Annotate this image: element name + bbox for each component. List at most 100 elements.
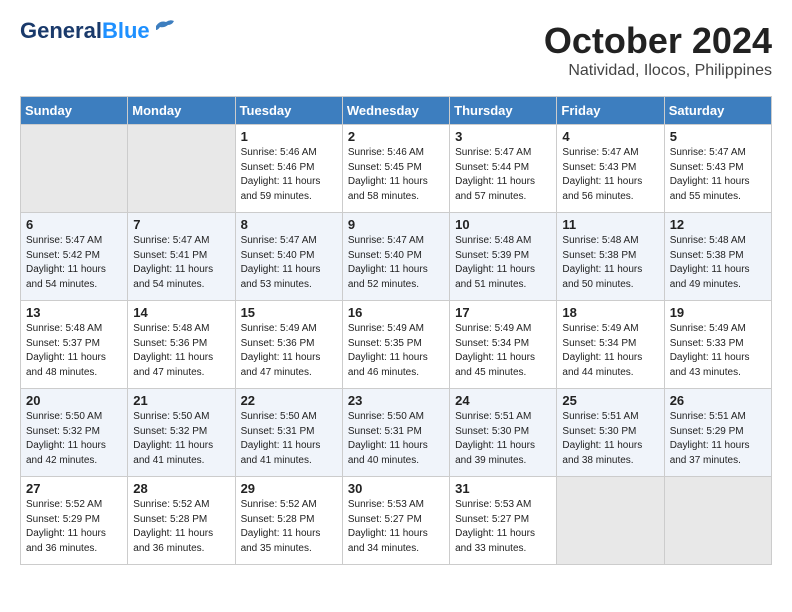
- logo-text: GeneralBlue: [20, 20, 150, 42]
- day-number: 3: [455, 129, 551, 144]
- calendar-cell: 31 Sunrise: 5:53 AM Sunset: 5:27 PM Dayli…: [450, 477, 557, 565]
- day-info: Sunrise: 5:46 AM Sunset: 5:45 PM Dayligh…: [348, 146, 444, 204]
- calendar-cell: 25 Sunrise: 5:51 AM Sunset: 5:30 PM Dayli…: [557, 389, 664, 477]
- day-info: Sunrise: 5:49 AM Sunset: 5:36 PM Dayligh…: [241, 322, 337, 380]
- calendar-cell: 15 Sunrise: 5:49 AM Sunset: 5:36 PM Dayli…: [235, 301, 342, 389]
- calendar-cell: 24Sunrise: 5:51 AM Sunset: 5:30 PM Dayli…: [450, 389, 557, 477]
- day-info: Sunrise: 5:47 AM Sunset: 5:43 PM Dayligh…: [562, 146, 658, 204]
- weekday-header-sunday: Sunday: [21, 97, 128, 125]
- day-info: Sunrise: 5:52 AM Sunset: 5:29 PM Dayligh…: [26, 498, 122, 556]
- calendar-week-row: 20 Sunrise: 5:50 AM Sunset: 5:32 PM Dayli…: [21, 389, 772, 477]
- day-info: Sunrise: 5:49 AM Sunset: 5:34 PM Dayligh…: [562, 322, 658, 380]
- day-number: 13: [26, 305, 122, 320]
- calendar-week-row: 13 Sunrise: 5:48 AM Sunset: 5:37 PM Dayli…: [21, 301, 772, 389]
- calendar-cell: 13 Sunrise: 5:48 AM Sunset: 5:37 PM Dayli…: [21, 301, 128, 389]
- title-block: October 2024 Natividad, Ilocos, Philippi…: [544, 20, 772, 80]
- day-number: 26: [670, 393, 766, 408]
- calendar-cell: 12Sunrise: 5:48 AM Sunset: 5:38 PM Dayli…: [664, 213, 771, 301]
- day-number: 9: [348, 217, 444, 232]
- calendar-cell: 20 Sunrise: 5:50 AM Sunset: 5:32 PM Dayli…: [21, 389, 128, 477]
- day-info: Sunrise: 5:51 AM Sunset: 5:30 PM Dayligh…: [455, 410, 551, 468]
- day-info: Sunrise: 5:47 AM Sunset: 5:41 PM Dayligh…: [133, 234, 229, 292]
- calendar-week-row: 27 Sunrise: 5:52 AM Sunset: 5:29 PM Dayli…: [21, 477, 772, 565]
- calendar-cell: 11Sunrise: 5:48 AM Sunset: 5:38 PM Dayli…: [557, 213, 664, 301]
- calendar-cell: [21, 125, 128, 213]
- weekday-header-saturday: Saturday: [664, 97, 771, 125]
- day-info: Sunrise: 5:46 AM Sunset: 5:46 PM Dayligh…: [241, 146, 337, 204]
- day-number: 29: [241, 481, 337, 496]
- day-number: 20: [26, 393, 122, 408]
- calendar-cell: 18 Sunrise: 5:49 AM Sunset: 5:34 PM Dayli…: [557, 301, 664, 389]
- day-number: 4: [562, 129, 658, 144]
- day-number: 10: [455, 217, 551, 232]
- day-number: 1: [241, 129, 337, 144]
- day-number: 18: [562, 305, 658, 320]
- location: Natividad, Ilocos, Philippines: [544, 62, 772, 80]
- calendar-week-row: 6 Sunrise: 5:47 AM Sunset: 5:42 PM Daylig…: [21, 213, 772, 301]
- day-number: 8: [241, 217, 337, 232]
- day-info: Sunrise: 5:48 AM Sunset: 5:39 PM Dayligh…: [455, 234, 551, 292]
- day-number: 28: [133, 481, 229, 496]
- weekday-header-wednesday: Wednesday: [342, 97, 449, 125]
- calendar-cell: 28 Sunrise: 5:52 AM Sunset: 5:28 PM Dayli…: [128, 477, 235, 565]
- day-number: 15: [241, 305, 337, 320]
- calendar-cell: 4 Sunrise: 5:47 AM Sunset: 5:43 PM Daylig…: [557, 125, 664, 213]
- calendar-cell: [128, 125, 235, 213]
- calendar-cell: 1 Sunrise: 5:46 AM Sunset: 5:46 PM Daylig…: [235, 125, 342, 213]
- day-info: Sunrise: 5:50 AM Sunset: 5:32 PM Dayligh…: [133, 410, 229, 468]
- day-info: Sunrise: 5:51 AM Sunset: 5:30 PM Dayligh…: [562, 410, 658, 468]
- day-info: Sunrise: 5:53 AM Sunset: 5:27 PM Dayligh…: [455, 498, 551, 556]
- day-number: 31: [455, 481, 551, 496]
- day-info: Sunrise: 5:50 AM Sunset: 5:31 PM Dayligh…: [348, 410, 444, 468]
- calendar-cell: 5Sunrise: 5:47 AM Sunset: 5:43 PM Daylig…: [664, 125, 771, 213]
- calendar-cell: 3 Sunrise: 5:47 AM Sunset: 5:44 PM Daylig…: [450, 125, 557, 213]
- logo: GeneralBlue: [20, 20, 176, 42]
- day-number: 23: [348, 393, 444, 408]
- calendar-cell: [664, 477, 771, 565]
- day-info: Sunrise: 5:52 AM Sunset: 5:28 PM Dayligh…: [133, 498, 229, 556]
- calendar-cell: 23 Sunrise: 5:50 AM Sunset: 5:31 PM Dayli…: [342, 389, 449, 477]
- month-year: October 2024: [544, 20, 772, 62]
- day-number: 6: [26, 217, 122, 232]
- day-number: 7: [133, 217, 229, 232]
- day-info: Sunrise: 5:51 AM Sunset: 5:29 PM Dayligh…: [670, 410, 766, 468]
- calendar-cell: 7 Sunrise: 5:47 AM Sunset: 5:41 PM Daylig…: [128, 213, 235, 301]
- calendar-cell: 19 Sunrise: 5:49 AM Sunset: 5:33 PM Dayli…: [664, 301, 771, 389]
- day-info: Sunrise: 5:48 AM Sunset: 5:38 PM Dayligh…: [562, 234, 658, 292]
- day-info: Sunrise: 5:50 AM Sunset: 5:31 PM Dayligh…: [241, 410, 337, 468]
- day-number: 30: [348, 481, 444, 496]
- day-number: 17: [455, 305, 551, 320]
- day-number: 22: [241, 393, 337, 408]
- calendar-cell: 10 Sunrise: 5:48 AM Sunset: 5:39 PM Dayli…: [450, 213, 557, 301]
- calendar-cell: 21 Sunrise: 5:50 AM Sunset: 5:32 PM Dayli…: [128, 389, 235, 477]
- day-info: Sunrise: 5:47 AM Sunset: 5:42 PM Dayligh…: [26, 234, 122, 292]
- day-number: 16: [348, 305, 444, 320]
- calendar-cell: 2Sunrise: 5:46 AM Sunset: 5:45 PM Daylig…: [342, 125, 449, 213]
- calendar-cell: 9 Sunrise: 5:47 AM Sunset: 5:40 PM Daylig…: [342, 213, 449, 301]
- calendar-cell: 30Sunrise: 5:53 AM Sunset: 5:27 PM Dayli…: [342, 477, 449, 565]
- calendar-cell: 22 Sunrise: 5:50 AM Sunset: 5:31 PM Dayli…: [235, 389, 342, 477]
- day-number: 19: [670, 305, 766, 320]
- weekday-header-friday: Friday: [557, 97, 664, 125]
- weekday-header-monday: Monday: [128, 97, 235, 125]
- day-info: Sunrise: 5:48 AM Sunset: 5:37 PM Dayligh…: [26, 322, 122, 380]
- day-info: Sunrise: 5:50 AM Sunset: 5:32 PM Dayligh…: [26, 410, 122, 468]
- day-number: 5: [670, 129, 766, 144]
- day-number: 25: [562, 393, 658, 408]
- calendar-cell: 16 Sunrise: 5:49 AM Sunset: 5:35 PM Dayli…: [342, 301, 449, 389]
- day-number: 27: [26, 481, 122, 496]
- day-info: Sunrise: 5:48 AM Sunset: 5:38 PM Dayligh…: [670, 234, 766, 292]
- day-info: Sunrise: 5:47 AM Sunset: 5:40 PM Dayligh…: [348, 234, 444, 292]
- day-info: Sunrise: 5:47 AM Sunset: 5:44 PM Dayligh…: [455, 146, 551, 204]
- day-info: Sunrise: 5:49 AM Sunset: 5:34 PM Dayligh…: [455, 322, 551, 380]
- calendar-cell: 14Sunrise: 5:48 AM Sunset: 5:36 PM Dayli…: [128, 301, 235, 389]
- day-info: Sunrise: 5:49 AM Sunset: 5:35 PM Dayligh…: [348, 322, 444, 380]
- weekday-header-tuesday: Tuesday: [235, 97, 342, 125]
- day-number: 21: [133, 393, 229, 408]
- logo-bird-icon: [154, 18, 176, 34]
- weekday-header-row: SundayMondayTuesdayWednesdayThursdayFrid…: [21, 97, 772, 125]
- calendar-cell: 17 Sunrise: 5:49 AM Sunset: 5:34 PM Dayli…: [450, 301, 557, 389]
- calendar-week-row: 1 Sunrise: 5:46 AM Sunset: 5:46 PM Daylig…: [21, 125, 772, 213]
- calendar-table: SundayMondayTuesdayWednesdayThursdayFrid…: [20, 96, 772, 565]
- day-info: Sunrise: 5:49 AM Sunset: 5:33 PM Dayligh…: [670, 322, 766, 380]
